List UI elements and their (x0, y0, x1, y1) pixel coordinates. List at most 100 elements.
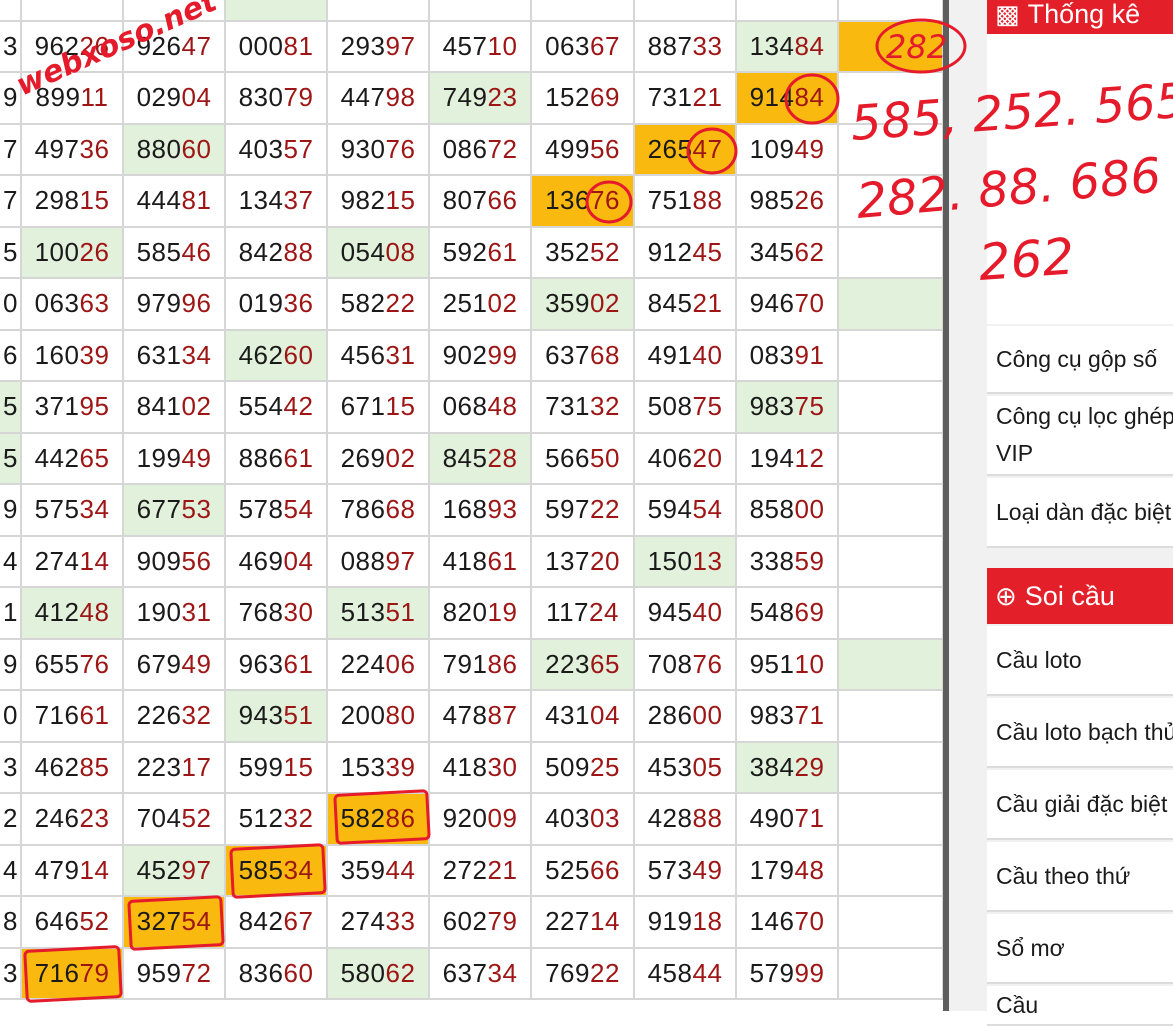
grid-cell (839, 0, 944, 22)
cell-number-prefix: 153 (340, 751, 386, 782)
cell-number-prefix: 136 (545, 185, 590, 216)
grid-cell: 979 96 (124, 279, 226, 331)
tool-item-loai-dan[interactable]: Loại dàn đặc biệt (987, 478, 1173, 548)
cell-number-prefix: 646 (34, 906, 80, 937)
grid-cell: 716 61 (22, 691, 124, 743)
grid-cell: 458 44 (635, 948, 737, 1000)
grid-cell: 418 61 (430, 536, 532, 588)
cell-number-suffix: 33 (385, 906, 416, 937)
cell-number-suffix: 76 (692, 648, 723, 679)
soi-cau-item-dac-biet[interactable]: Cầu giải đặc biệt (987, 770, 1173, 840)
stats-header[interactable]: ▩ Thống kê (987, 0, 1173, 36)
soi-cau-item-more[interactable]: Cầu (987, 986, 1173, 1026)
cell-number-prefix: 327 (136, 906, 182, 937)
grid-cell: 830 79 (226, 73, 328, 125)
cell-number-prefix: 274 (34, 545, 80, 576)
grid-cell (839, 639, 944, 691)
cell-number-suffix: 68 (589, 339, 620, 370)
cell-number-suffix: 42 (283, 391, 314, 422)
cell-number-prefix: 580 (340, 957, 386, 988)
grid-cell: 631 34 (124, 330, 226, 382)
cell-number-suffix: 50 (589, 442, 620, 473)
cell-number-suffix: 97 (181, 854, 212, 885)
cell-number-suffix: 34 (79, 494, 110, 525)
grid-cell (226, 0, 328, 22)
cell-number-prefix: 223 (545, 648, 590, 679)
cell-number-suffix: 47 (181, 30, 212, 61)
cell-number-prefix: 575 (34, 494, 80, 525)
grid-cell: 491 40 (635, 330, 737, 382)
grid-cell (839, 691, 944, 743)
grid-cell: 327 54 (124, 897, 226, 949)
soi-cau-header[interactable]: ⊕ Soi cầu (987, 568, 1173, 624)
cell-number-prefix: 902 (442, 339, 488, 370)
soi-cau-item-bach-thu[interactable]: Cầu loto bạch thủ (987, 698, 1173, 768)
grid-cell: 298 15 (22, 176, 124, 228)
grid-cell: 731 32 (532, 382, 635, 434)
cell-number-prefix: 554 (238, 391, 284, 422)
grid-cell: 150 13 (635, 536, 737, 588)
cell-number-suffix: 95 (79, 391, 110, 422)
cell-number-suffix: 84 (794, 30, 825, 61)
cell-number-suffix: 49 (794, 133, 825, 164)
cell-number-suffix: 20 (692, 442, 723, 473)
grid-edge-cell: 0 (0, 691, 22, 743)
cell-number-suffix: 48 (794, 854, 825, 885)
grid-cell (839, 845, 944, 897)
grid-cell: 912 45 (635, 227, 737, 279)
cell-number-prefix: 274 (340, 906, 386, 937)
cell-number-prefix: 431 (545, 700, 590, 731)
grid-edge-cell: 9 (0, 639, 22, 691)
cell-number-suffix: 49 (181, 648, 212, 679)
cell-number-prefix: 592 (442, 236, 488, 267)
grid-cell: 293 97 (328, 21, 430, 73)
cell-number-prefix: 791 (442, 648, 488, 679)
tool-item-loc-ghep[interactable]: Công cụ lọc ghép VIP (987, 396, 1173, 476)
results-grid: 3 962 26 926 47 000 81 293 97 457 10 063 67 887 33 134 8… (0, 0, 944, 1011)
grid-cell: 428 88 (635, 794, 737, 846)
cell-number-suffix: 23 (79, 803, 110, 834)
cell-number-suffix: 21 (487, 854, 518, 885)
soi-cau-item-so-mo[interactable]: Sổ mơ (987, 914, 1173, 984)
cell-number-suffix: 56 (589, 133, 620, 164)
grid-cell: 791 86 (430, 639, 532, 691)
soi-cau-item-loto[interactable]: Cầu loto (987, 626, 1173, 696)
grid-cell: 637 34 (430, 948, 532, 1000)
grid-cell: 452 97 (124, 845, 226, 897)
cell-number-prefix: 637 (545, 339, 590, 370)
cell-number-suffix: 04 (181, 82, 212, 113)
cell-number-suffix: 61 (487, 545, 518, 576)
grid-edge-cell: 8 (0, 897, 22, 949)
grid-cell: 403 57 (226, 124, 328, 176)
tool-item-gop-so[interactable]: Công cụ gộp số (987, 326, 1173, 394)
cell-number-prefix: 117 (546, 597, 590, 628)
cell-number-suffix: 57 (283, 133, 314, 164)
cell-number-suffix: 15 (385, 391, 416, 422)
grid-cell: 403 03 (532, 794, 635, 846)
cell-number-suffix: 68 (385, 494, 416, 525)
cell-number-suffix: 80 (385, 700, 416, 731)
cell-number-suffix: 67 (589, 30, 620, 61)
cell-number-prefix: 137 (545, 545, 590, 576)
soi-cau-item-theo-thu[interactable]: Cầu theo thứ (987, 842, 1173, 912)
cell-number-suffix: 30 (487, 751, 518, 782)
cell-number-prefix: 926 (136, 30, 182, 61)
cell-number-suffix: 79 (487, 906, 518, 937)
grid-edge-cell: 5 (0, 227, 22, 279)
cell-number-prefix: 731 (647, 82, 693, 113)
cell-number-suffix: 31 (385, 339, 416, 370)
grid-cell (839, 330, 944, 382)
cell-number-prefix: 134 (238, 185, 284, 216)
cell-number-suffix: 48 (487, 391, 518, 422)
cell-number-suffix: 37 (283, 185, 314, 216)
cell-number-prefix: 716 (34, 700, 80, 731)
grid-cell: 983 75 (737, 382, 839, 434)
tool-item-label: Loại dàn đặc biệt (996, 498, 1172, 525)
cell-number-suffix: 04 (283, 545, 314, 576)
grid-cell: 029 04 (124, 73, 226, 125)
grid-cell: 019 36 (226, 279, 328, 331)
grid-cell: 442 65 (22, 433, 124, 485)
cell-number-suffix: 34 (181, 339, 212, 370)
cell-number-suffix: 66 (487, 185, 518, 216)
cell-number-suffix: 25 (589, 751, 620, 782)
